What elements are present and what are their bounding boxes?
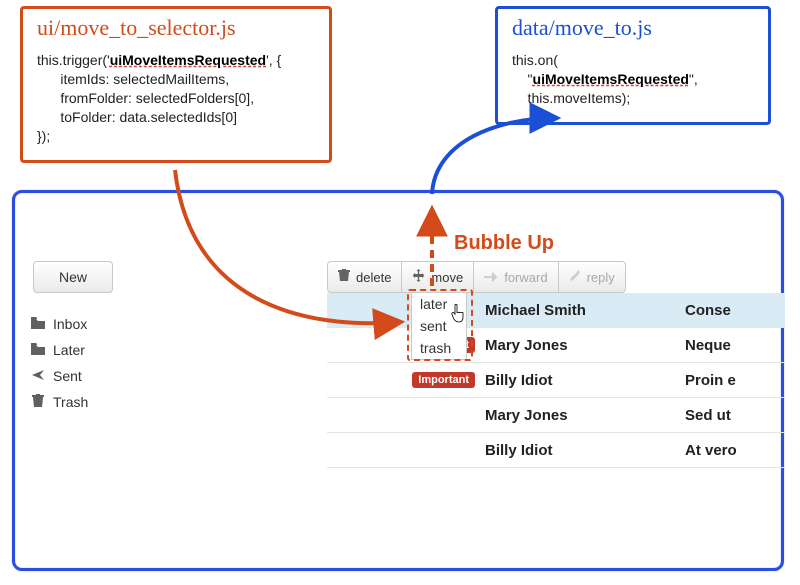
mail-subject: Proin e [685, 372, 785, 389]
folder-label: Inbox [53, 316, 87, 332]
mail-from: Billy Idiot [485, 442, 685, 459]
dropdown-option-sent[interactable]: sent [412, 315, 466, 337]
mail-row[interactable]: Important Billy Idiot Proin e [327, 363, 785, 398]
code-box-title: data/move_to.js [512, 15, 754, 41]
mail-from: Mary Jones [485, 407, 685, 424]
button-label: move [431, 270, 463, 285]
mail-from: Mary Jones [485, 337, 685, 354]
folder-inbox[interactable]: Inbox [25, 311, 205, 337]
code-box-ui-trigger: ui/move_to_selector.js this.trigger('uiM… [20, 6, 332, 163]
code-snippet: this.trigger('uiMoveItemsRequested', { i… [37, 51, 315, 146]
bubble-up-label: Bubble Up [454, 232, 554, 254]
app-frame: New Inbox Later Sent [12, 190, 784, 571]
folder-icon [31, 342, 45, 358]
mail-subject: Conse [685, 302, 785, 319]
forward-button[interactable]: forward [474, 261, 558, 293]
tag-cell: Important [327, 372, 485, 388]
important-badge: Important [412, 372, 475, 388]
mail-from: Michael Smith [485, 302, 685, 319]
mail-toolbar: delete move forward reply [327, 261, 626, 293]
move-dropdown[interactable]: later sent trash [411, 292, 467, 360]
arrow-frame-to-listener [432, 118, 556, 194]
button-label: delete [356, 270, 391, 285]
move-icon [412, 269, 425, 285]
folder-sent[interactable]: Sent [25, 363, 205, 389]
code-box-data-listener: data/move_to.js this.on( "uiMoveItemsReq… [495, 6, 771, 125]
mail-row[interactable]: Michael Smith Conse [327, 293, 785, 328]
code-box-title: ui/move_to_selector.js [37, 15, 315, 41]
folder-list: Inbox Later Sent Trash [25, 311, 205, 415]
mail-list: Michael Smith Conse Important Mary Jones… [327, 293, 785, 468]
mail-from: Billy Idiot [485, 372, 685, 389]
dropdown-option-trash[interactable]: trash [412, 337, 466, 359]
folder-trash[interactable]: Trash [25, 389, 205, 415]
code-snippet: this.on( "uiMoveItemsRequested", this.mo… [512, 51, 754, 108]
mail-row[interactable]: Important Mary Jones Neque [327, 328, 785, 363]
delete-button[interactable]: delete [327, 261, 402, 293]
mail-subject: At vero [685, 442, 785, 459]
forward-icon [484, 270, 498, 285]
dropdown-option-later[interactable]: later [412, 293, 466, 315]
pencil-icon [569, 270, 581, 285]
new-button[interactable]: New [33, 261, 113, 293]
folder-icon [31, 316, 45, 332]
reply-button[interactable]: reply [559, 261, 626, 293]
button-label: forward [504, 270, 547, 285]
folder-label: Trash [53, 394, 88, 410]
trash-icon [31, 394, 45, 411]
sent-icon [31, 368, 45, 384]
folder-label: Later [53, 342, 85, 358]
folder-label: Sent [53, 368, 82, 384]
trash-icon [338, 269, 350, 285]
move-button[interactable]: move [402, 261, 474, 293]
mail-row[interactable]: Mary Jones Sed ut [327, 398, 785, 433]
mail-subject: Neque [685, 337, 785, 354]
mail-row[interactable]: Billy Idiot At vero [327, 433, 785, 468]
mail-subject: Sed ut [685, 407, 785, 424]
button-label: reply [587, 270, 615, 285]
folder-later[interactable]: Later [25, 337, 205, 363]
